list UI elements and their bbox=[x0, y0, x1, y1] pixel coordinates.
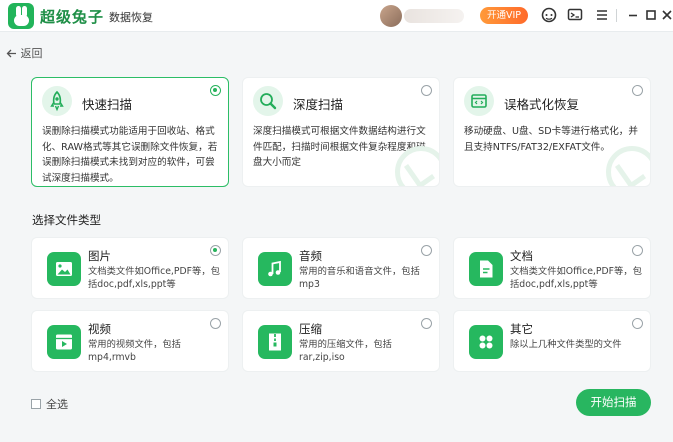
file-type-description: 文档类文件如Office,PDF等，包括doc,pdf,xls,ppt等 bbox=[510, 266, 642, 290]
magnifier-icon bbox=[253, 86, 283, 116]
mode-card-deep-scan[interactable]: 深度扫描 深度扫描模式可根据文件数据结构进行文件匹配，扫描时间根据文件复杂程度和… bbox=[242, 77, 440, 187]
support-icon[interactable] bbox=[540, 6, 558, 24]
file-type-description: 除以上几种文件类型的文件 bbox=[510, 339, 622, 350]
file-type-title: 其它 bbox=[510, 322, 533, 336]
close-icon[interactable] bbox=[658, 6, 673, 24]
file-type-title: 音频 bbox=[299, 249, 322, 263]
select-all-checkbox[interactable]: 全选 bbox=[31, 396, 68, 412]
file-type-description: 常用的压缩文件，包括rar,zip,iso bbox=[299, 339, 392, 363]
file-type-title: 压缩 bbox=[299, 322, 322, 336]
file-type-description: 文档类文件如Office,PDF等，包括doc,pdf,xls,ppt等 bbox=[88, 266, 220, 290]
title-bar: 超级兔子 数据恢复 开通VIP bbox=[0, 0, 673, 32]
file-type-radio[interactable] bbox=[210, 245, 221, 256]
file-type-title: 视频 bbox=[88, 322, 111, 336]
file-type-card-archives[interactable]: 压缩 常用的压缩文件，包括rar,zip,iso bbox=[242, 310, 440, 372]
arrow-left-icon bbox=[6, 49, 16, 58]
rocket-icon bbox=[42, 86, 72, 116]
image-icon bbox=[47, 252, 81, 286]
file-type-title: 图片 bbox=[88, 249, 111, 263]
other-icon bbox=[469, 325, 503, 359]
file-type-card-images[interactable]: 图片 文档类文件如Office,PDF等，包括doc,pdf,xls,ppt等 bbox=[31, 237, 229, 299]
file-type-title: 文档 bbox=[510, 249, 533, 263]
titlebar-divider bbox=[616, 9, 617, 22]
brand-name: 超级兔子 bbox=[40, 8, 105, 26]
file-type-card-audio[interactable]: 音频 常用的音乐和语音文件，包括mp3 bbox=[242, 237, 440, 299]
file-type-card-video[interactable]: 视频 常用的视频文件，包括mp4,rmvb bbox=[31, 310, 229, 372]
select-all-label: 全选 bbox=[46, 398, 68, 411]
mode-radio[interactable] bbox=[632, 85, 643, 96]
feedback-icon[interactable] bbox=[566, 6, 584, 24]
user-avatar[interactable] bbox=[380, 5, 402, 27]
open-vip-button[interactable]: 开通VIP bbox=[480, 7, 528, 24]
file-type-radio[interactable] bbox=[210, 318, 221, 329]
product-name: 数据恢复 bbox=[109, 11, 153, 24]
checkbox-box[interactable] bbox=[31, 399, 41, 409]
mode-title: 快速扫描 bbox=[82, 97, 133, 112]
file-type-description: 常用的音乐和语音文件，包括mp3 bbox=[299, 266, 420, 290]
document-icon bbox=[469, 252, 503, 286]
file-type-radio[interactable] bbox=[632, 318, 643, 329]
file-type-section-title: 选择文件类型 bbox=[32, 213, 101, 227]
back-link[interactable]: 返回 bbox=[6, 45, 43, 61]
mode-title: 深度扫描 bbox=[293, 97, 344, 112]
menu-icon[interactable] bbox=[593, 6, 611, 24]
format-icon bbox=[464, 86, 494, 116]
mode-description: 误删除扫描模式功能适用于回收站、格式化、RAW格式等其它误删除文件恢复，若误删除… bbox=[42, 126, 218, 184]
minimize-icon[interactable] bbox=[624, 6, 642, 24]
file-type-radio[interactable] bbox=[421, 245, 432, 256]
file-type-card-documents[interactable]: 文档 文档类文件如Office,PDF等，包括doc,pdf,xls,ppt等 bbox=[453, 237, 651, 299]
archive-icon bbox=[258, 325, 292, 359]
file-type-description: 常用的视频文件，包括mp4,rmvb bbox=[88, 339, 181, 363]
back-label: 返回 bbox=[20, 47, 43, 60]
mode-card-format-recovery[interactable]: 误格式化恢复 移动硬盘、U盘、SD卡等进行格式化，并且支持NTFS/FAT32/… bbox=[453, 77, 651, 187]
user-name-blurred[interactable] bbox=[404, 9, 464, 23]
rabbit-logo-icon bbox=[8, 3, 34, 29]
start-scan-button[interactable]: 开始扫描 bbox=[576, 389, 651, 416]
mode-card-quick-scan[interactable]: 快速扫描 误删除扫描模式功能适用于回收站、格式化、RAW格式等其它误删除文件恢复… bbox=[31, 77, 229, 187]
file-type-radio[interactable] bbox=[421, 318, 432, 329]
file-type-card-other[interactable]: 其它 除以上几种文件类型的文件 bbox=[453, 310, 651, 372]
video-icon bbox=[47, 325, 81, 359]
mode-radio[interactable] bbox=[421, 85, 432, 96]
file-type-radio[interactable] bbox=[632, 245, 643, 256]
mode-radio[interactable] bbox=[210, 85, 221, 96]
music-icon bbox=[258, 252, 292, 286]
mode-title: 误格式化恢复 bbox=[504, 97, 580, 112]
